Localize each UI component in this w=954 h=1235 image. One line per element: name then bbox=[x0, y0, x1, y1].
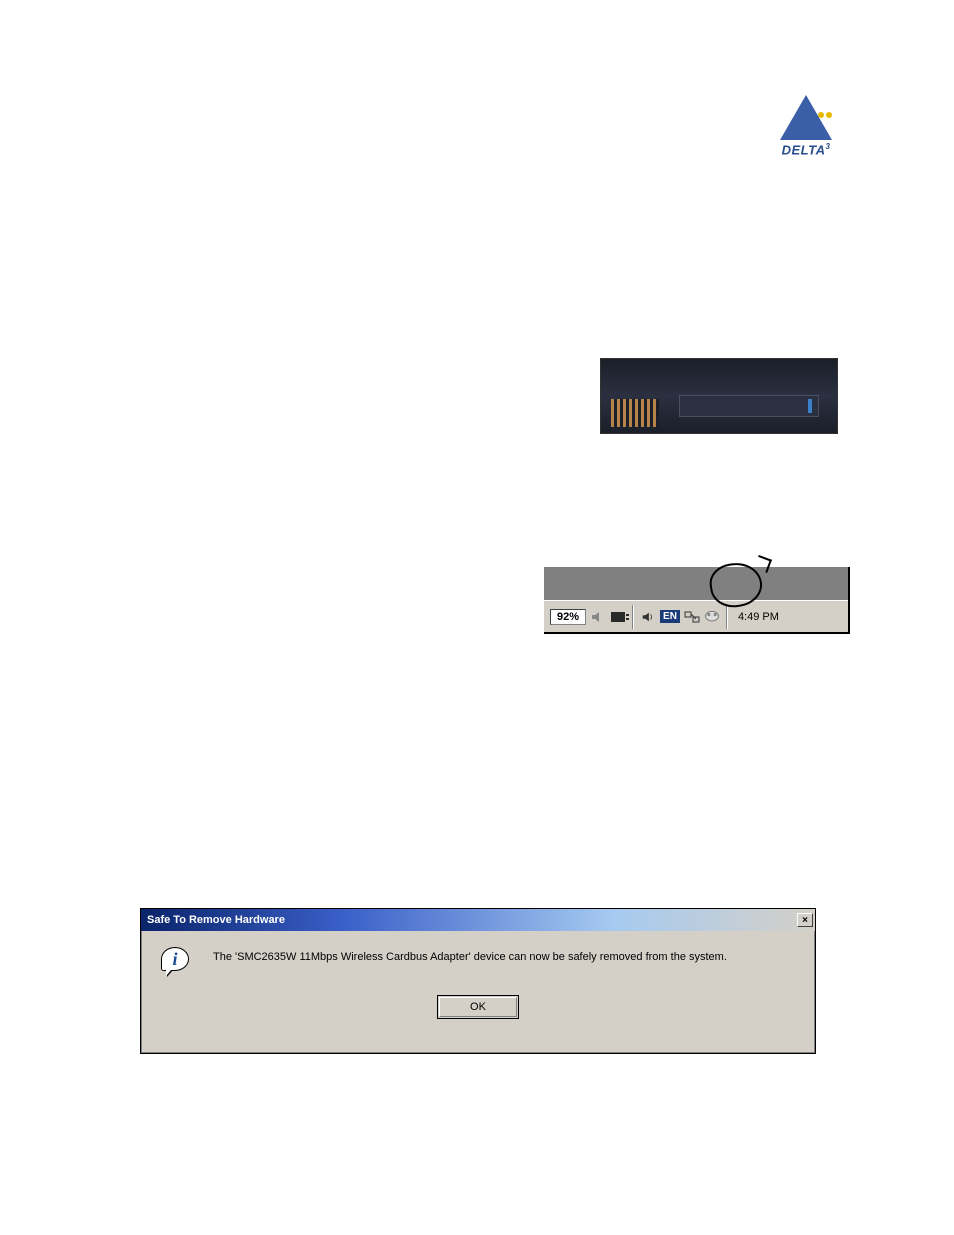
dialog-title: Safe To Remove Hardware bbox=[147, 914, 285, 926]
card-led-icon bbox=[808, 399, 812, 413]
ok-button[interactable]: OK bbox=[437, 995, 519, 1019]
network-icon[interactable] bbox=[684, 609, 700, 625]
close-button[interactable]: × bbox=[797, 913, 813, 927]
volume-icon[interactable] bbox=[640, 609, 656, 625]
tray-separator bbox=[726, 605, 728, 629]
dialog-titlebar[interactable]: Safe To Remove Hardware × bbox=[141, 909, 815, 931]
laptop-vents-icon bbox=[611, 399, 659, 427]
laptop-cardbus-photo bbox=[600, 358, 838, 434]
taskbar-screenshot: 92% EN 4:49 PM bbox=[544, 567, 850, 634]
annotation-tail bbox=[754, 555, 772, 573]
safe-to-remove-dialog: Safe To Remove Hardware × i The 'SMC2635… bbox=[140, 908, 816, 1054]
system-tray: 92% EN 4:49 PM bbox=[544, 600, 848, 632]
dialog-message: The 'SMC2635W 11Mbps Wireless Cardbus Ad… bbox=[213, 947, 727, 963]
dialog-body: i The 'SMC2635W 11Mbps Wireless Cardbus … bbox=[141, 931, 815, 995]
power-plug-icon[interactable] bbox=[610, 609, 626, 625]
delta-logo: DELTA3 bbox=[766, 95, 846, 165]
clock[interactable]: 4:49 PM bbox=[738, 611, 779, 623]
messenger-icon[interactable] bbox=[704, 609, 720, 625]
dialog-buttons: OK bbox=[141, 995, 815, 1033]
logo-text: DELTA3 bbox=[766, 142, 846, 157]
language-indicator[interactable]: EN bbox=[660, 610, 680, 623]
battery-indicator[interactable]: 92% bbox=[550, 609, 586, 625]
laptop-card-slot bbox=[679, 395, 819, 417]
tray-separator bbox=[632, 605, 634, 629]
speaker-mute-icon[interactable] bbox=[590, 609, 606, 625]
info-icon: i bbox=[161, 947, 193, 979]
logo-dots-icon bbox=[816, 105, 832, 123]
